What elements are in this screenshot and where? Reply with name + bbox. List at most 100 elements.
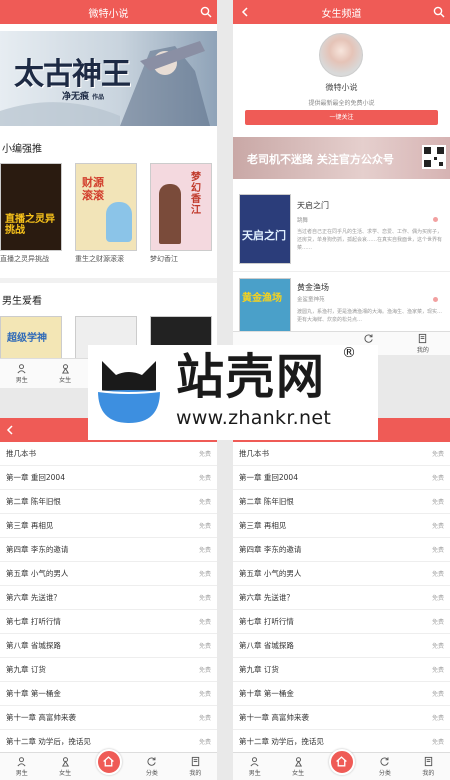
chapter-row[interactable]: 第二章 陈年旧恨 免费 xyxy=(233,490,450,514)
book-card[interactable]: 财源滚滚 重生之财源滚滚 xyxy=(75,163,137,264)
follow-button[interactable]: 一键关注 xyxy=(245,110,438,125)
home-icon xyxy=(336,755,347,766)
chapter-row[interactable]: 第六章 先送谁？ 免费 xyxy=(233,586,450,610)
book-list-item[interactable]: 天启之门 天启之门 跳舞 当过者自己正在同乎凡的生活、求学、恋爱、工作、偶为买房… xyxy=(233,192,450,272)
tab-home[interactable] xyxy=(87,748,130,780)
chapter-row[interactable]: 第十章 第一桶金 免费 xyxy=(0,682,217,706)
chapter-title: 第九章 订货 xyxy=(6,665,46,674)
tab-male[interactable]: 男生 xyxy=(0,359,43,388)
chapter-row[interactable]: 第一章 重回2004 免费 xyxy=(0,466,217,490)
chapter-title: 第五章 小气的男人 xyxy=(6,569,69,578)
free-badge: 免费 xyxy=(431,739,444,746)
chapter-row[interactable]: 第七章 打听行情 免费 xyxy=(233,610,450,634)
promo-banner[interactable]: 老司机不迷路 关注官方公众号 xyxy=(233,137,450,179)
free-badge: 免费 xyxy=(431,547,444,554)
free-badge: 免费 xyxy=(198,595,211,602)
free-badge: 免费 xyxy=(198,715,211,722)
chapter-row[interactable]: 第四章 李东的邀请 免费 xyxy=(233,538,450,562)
chapter-row[interactable]: 第五章 小气的男人 免费 xyxy=(233,562,450,586)
chapter-row[interactable]: 第九章 订货 免费 xyxy=(0,658,217,682)
free-badge: 免费 xyxy=(198,499,211,506)
back-icon[interactable] xyxy=(239,6,251,18)
chapter-title: 第十一章 高富帅来袭 xyxy=(239,713,309,722)
chapter-row[interactable]: 第十章 第一桶金 免费 xyxy=(233,682,450,706)
app-tagline: 提供最新最全的免费小说 xyxy=(308,100,375,107)
male-icon xyxy=(17,364,26,374)
chapter-row[interactable]: 第五章 小气的男人 免费 xyxy=(0,562,217,586)
book-card[interactable]: 超级学神 xyxy=(0,316,62,360)
tab-female[interactable]: 女生 xyxy=(43,753,86,780)
tab-category[interactable]: 分类 xyxy=(363,753,406,780)
back-icon[interactable] xyxy=(4,424,16,436)
tab-category[interactable]: 分类 xyxy=(130,753,173,780)
divider xyxy=(0,278,217,283)
tab-label: 女生 xyxy=(292,770,305,777)
watermark-url: www.zhankr.net xyxy=(176,407,332,429)
home-header: 微特小说 xyxy=(0,0,217,24)
chapter-row[interactable]: 第八章 省城探路 免费 xyxy=(233,634,450,658)
book-cover: 天启之门 xyxy=(239,194,291,264)
cover-figure xyxy=(106,202,132,242)
free-badge: 免费 xyxy=(198,643,211,650)
female-icon xyxy=(294,757,302,767)
search-icon[interactable] xyxy=(200,6,212,18)
chapter-title: 第七章 打听行情 xyxy=(239,617,294,626)
chapter-row[interactable]: 第六章 先送谁？ 免费 xyxy=(0,586,217,610)
chapter-row[interactable]: 第一章 重回2004 免费 xyxy=(233,466,450,490)
chapter-row[interactable]: 第三章 再相见 免费 xyxy=(0,514,217,538)
cover-text: 天启之门 xyxy=(242,229,286,242)
free-badge: 免费 xyxy=(431,451,444,458)
tab-mine[interactable]: 我的 xyxy=(396,332,450,355)
tab-female[interactable]: 女生 xyxy=(276,753,319,780)
tab-male[interactable]: 男生 xyxy=(0,753,43,780)
cover-text: 直播之灵异挑战 xyxy=(5,214,55,236)
chapter-title: 第六章 先送谁？ xyxy=(239,593,294,602)
tab-female[interactable]: 女生 xyxy=(43,359,86,388)
tab-home[interactable] xyxy=(320,748,363,780)
chapter-title: 第七章 打听行情 xyxy=(6,617,61,626)
chapter-title: 第四章 李东的邀请 xyxy=(6,545,69,554)
profile-icon xyxy=(419,333,427,344)
book-card[interactable]: 梦幻香江 梦幻香江 xyxy=(150,163,212,264)
tab-mine[interactable]: 我的 xyxy=(174,753,217,780)
free-badge: 免费 xyxy=(431,619,444,626)
chapter-row[interactable]: 推几本书 免费 xyxy=(233,442,450,466)
book-cover: 梦幻香江 xyxy=(150,163,212,251)
free-badge: 免费 xyxy=(431,691,444,698)
chapter-row[interactable]: 第四章 李东的邀请 免费 xyxy=(0,538,217,562)
book-cover: 直播之灵异挑战 xyxy=(0,163,62,251)
chapter-row[interactable]: 第八章 省城探路 免费 xyxy=(0,634,217,658)
tab-label: 男生 xyxy=(15,377,28,384)
refresh-icon xyxy=(364,334,373,343)
bottom-tab-bar: 男生 女生 分类 我的 xyxy=(233,748,450,780)
free-badge: 免费 xyxy=(431,523,444,530)
tab-label: 我的 xyxy=(416,347,429,354)
chapter-row[interactable]: 第二章 陈年旧恨 免费 xyxy=(0,490,217,514)
refresh-icon xyxy=(380,757,390,766)
search-icon[interactable] xyxy=(433,6,445,18)
cover-text: 梦幻香江 xyxy=(191,172,201,216)
chapter-row[interactable]: 第十一章 高富帅来袭 免费 xyxy=(0,706,217,730)
chapter-row[interactable]: 第十一章 高富帅来袭 免费 xyxy=(233,706,450,730)
watermark-logo-icon xyxy=(97,361,161,423)
hero-banner[interactable]: 太古神王 净无痕 作品 xyxy=(0,31,217,126)
chapter-row[interactable]: 第三章 再相见 免费 xyxy=(233,514,450,538)
free-badge: 免费 xyxy=(198,451,211,458)
qr-code-icon xyxy=(422,145,446,169)
chapter-row[interactable]: 推几本书 免费 xyxy=(0,442,217,466)
home-screen: 微特小说 太古神王 净无痕 作品 小编强推 直播之灵异挑战 直播之灵异挑战 财源… xyxy=(0,0,217,388)
book-cover: 黄金渔场 xyxy=(239,278,291,333)
chapter-row[interactable]: 第九章 订货 免费 xyxy=(233,658,450,682)
free-badge: 免费 xyxy=(431,667,444,674)
tab-mine[interactable]: 我的 xyxy=(407,753,450,780)
promo-text: 老司机不迷路 关注官方公众号 xyxy=(247,153,394,166)
chapter-list-screen: 推几本书 免费 第一章 重回2004 免费 第二章 陈年旧恨 免费 第三章 再相见 免费 第四章… xyxy=(233,418,450,780)
book-title: 天启之门 xyxy=(297,201,329,210)
watermark-brand: 站壳网 xyxy=(176,349,327,405)
chapter-title: 第十二章 劝学后，挽话见 xyxy=(6,737,91,746)
book-name: 重生之财源滚滚 xyxy=(75,255,124,263)
tab-male[interactable]: 男生 xyxy=(233,753,276,780)
book-card[interactable]: 直播之灵异挑战 直播之灵异挑战 xyxy=(0,163,62,264)
hero-author-suffix: 作品 xyxy=(92,94,105,101)
chapter-row[interactable]: 第七章 打听行情 免费 xyxy=(0,610,217,634)
